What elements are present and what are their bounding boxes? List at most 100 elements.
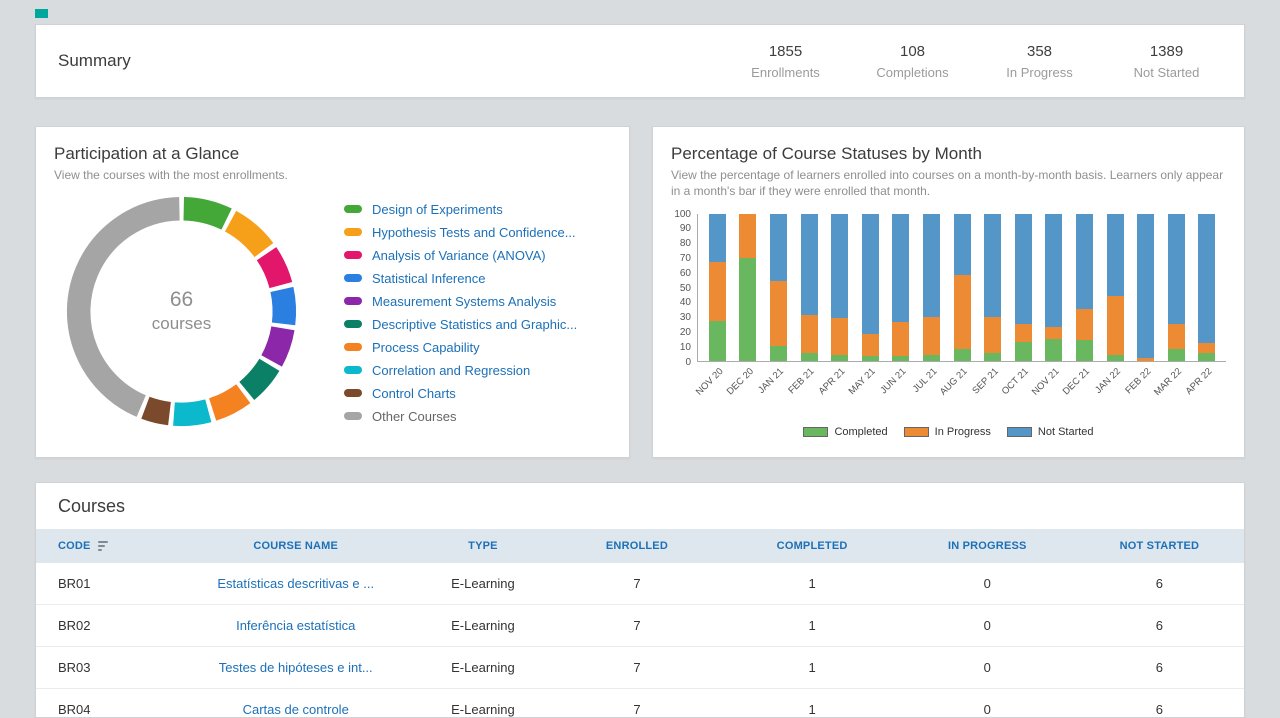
legend-label[interactable]: Analysis of Variance (ANOVA) [372, 248, 546, 263]
bar-segment-completed[interactable] [1045, 339, 1062, 361]
bar-segment-in-progress[interactable] [1015, 324, 1032, 342]
participation-legend-item[interactable]: Process Capability [344, 340, 611, 355]
bar-segment-in-progress[interactable] [709, 262, 726, 321]
bar-segment-completed[interactable] [923, 355, 940, 361]
bar-segment-completed[interactable] [770, 346, 787, 361]
bar-segment-in-progress[interactable] [862, 334, 879, 356]
bar-segment-not-started[interactable] [862, 214, 879, 335]
stacked-bar[interactable] [739, 214, 756, 361]
bar-segment-completed[interactable] [801, 353, 818, 360]
bar-segment-completed[interactable] [1168, 349, 1185, 361]
bar-segment-not-started[interactable] [1137, 214, 1154, 358]
donut-segment[interactable] [64, 194, 299, 429]
stacked-bar[interactable] [709, 214, 726, 361]
bar-segment-in-progress[interactable] [739, 214, 756, 258]
stacked-bar[interactable] [770, 214, 787, 361]
bar-segment-not-started[interactable] [1168, 214, 1185, 324]
bar-segment-not-started[interactable] [1107, 214, 1124, 296]
bar-segment-completed[interactable] [862, 356, 879, 360]
bar-segment-in-progress[interactable] [1137, 358, 1154, 361]
bar-segment-completed[interactable] [892, 356, 909, 360]
bar-segment-not-started[interactable] [770, 214, 787, 282]
stacked-bar[interactable] [1137, 214, 1154, 361]
bar-segment-in-progress[interactable] [801, 315, 818, 353]
donut-segment[interactable] [64, 194, 299, 429]
bar-segment-not-started[interactable] [1015, 214, 1032, 324]
stacked-bar[interactable] [1045, 214, 1062, 361]
legend-label[interactable]: Descriptive Statistics and Graphic... [372, 317, 577, 332]
column-header-completed[interactable]: COMPLETED [725, 540, 900, 552]
bar-segment-completed[interactable] [984, 353, 1001, 360]
stacked-bar[interactable] [862, 214, 879, 361]
bar-segment-completed[interactable] [1107, 355, 1124, 361]
bar-segment-not-started[interactable] [923, 214, 940, 317]
stacked-bar[interactable] [923, 214, 940, 361]
donut-segment[interactable] [64, 194, 299, 429]
course-name-link[interactable]: Inferência estatística [175, 618, 417, 633]
bar-segment-in-progress[interactable] [954, 275, 971, 349]
bar-segment-completed[interactable] [1015, 342, 1032, 361]
legend-label[interactable]: Hypothesis Tests and Confidence... [372, 225, 576, 240]
bar-segment-in-progress[interactable] [770, 281, 787, 346]
bar-segment-in-progress[interactable] [1076, 309, 1093, 340]
stacked-bar[interactable] [1107, 214, 1124, 361]
stacked-bar[interactable] [984, 214, 1001, 361]
bar-segment-in-progress[interactable] [1107, 296, 1124, 355]
stacked-bar[interactable] [831, 214, 848, 361]
participation-donut-chart[interactable]: 66 courses [54, 194, 344, 434]
bar-segment-in-progress[interactable] [1168, 324, 1185, 349]
bar-segment-completed[interactable] [739, 258, 756, 361]
bar-segment-completed[interactable] [1198, 353, 1215, 360]
participation-legend-item[interactable]: Measurement Systems Analysis [344, 294, 611, 309]
bar-segment-in-progress[interactable] [984, 317, 1001, 354]
donut-svg[interactable] [64, 194, 299, 429]
bar-segment-completed[interactable] [1076, 340, 1093, 361]
donut-segment[interactable] [64, 194, 299, 429]
bar-segment-completed[interactable] [831, 355, 848, 361]
donut-segment[interactable] [64, 194, 299, 429]
donut-segment[interactable] [64, 194, 299, 429]
participation-legend-item[interactable]: Correlation and Regression [344, 363, 611, 378]
participation-legend-item[interactable]: Analysis of Variance (ANOVA) [344, 248, 611, 263]
stacked-bar[interactable] [1198, 214, 1215, 361]
column-header-in-progress[interactable]: IN PROGRESS [900, 540, 1075, 552]
stacked-bar[interactable] [1168, 214, 1185, 361]
stacked-bar[interactable] [1015, 214, 1032, 361]
column-header-type[interactable]: TYPE [417, 540, 550, 552]
bar-segment-not-started[interactable] [831, 214, 848, 318]
participation-legend-item[interactable]: Hypothesis Tests and Confidence... [344, 225, 611, 240]
column-header-code[interactable]: CODE [36, 540, 175, 552]
stacked-bar[interactable] [892, 214, 909, 361]
donut-segment[interactable] [64, 194, 299, 429]
bar-segment-completed[interactable] [709, 321, 726, 361]
legend-label[interactable]: Design of Experiments [372, 202, 503, 217]
bar-segment-not-started[interactable] [1045, 214, 1062, 327]
bar-segment-in-progress[interactable] [923, 317, 940, 355]
bar-segment-in-progress[interactable] [892, 322, 909, 356]
legend-label[interactable]: Measurement Systems Analysis [372, 294, 556, 309]
legend-label[interactable]: Control Charts [372, 386, 456, 401]
donut-segment[interactable] [64, 194, 299, 429]
sort-icon[interactable] [98, 541, 108, 551]
participation-legend-item[interactable]: Descriptive Statistics and Graphic... [344, 317, 611, 332]
participation-legend-item[interactable]: Statistical Inference [344, 271, 611, 286]
column-header-enrolled[interactable]: ENROLLED [549, 540, 724, 552]
legend-label[interactable]: Correlation and Regression [372, 363, 530, 378]
bar-segment-in-progress[interactable] [831, 318, 848, 355]
bar-segment-not-started[interactable] [984, 214, 1001, 317]
course-name-link[interactable]: Testes de hipóteses e int... [175, 660, 417, 675]
course-name-link[interactable]: Estatísticas descritivas e ... [175, 576, 417, 591]
bar-segment-not-started[interactable] [1198, 214, 1215, 343]
bar-segment-in-progress[interactable] [1198, 343, 1215, 353]
bar-segment-not-started[interactable] [954, 214, 971, 276]
bar-segment-not-started[interactable] [801, 214, 818, 315]
stacked-bar[interactable] [1076, 214, 1093, 361]
bar-segment-not-started[interactable] [709, 214, 726, 263]
bar-segment-not-started[interactable] [1076, 214, 1093, 310]
participation-legend-item[interactable]: Design of Experiments [344, 202, 611, 217]
column-header-course-name[interactable]: COURSE NAME [175, 540, 417, 552]
bar-segment-not-started[interactable] [892, 214, 909, 323]
course-name-link[interactable]: Cartas de controle [175, 702, 417, 717]
legend-label[interactable]: Statistical Inference [372, 271, 485, 286]
column-header-not-started[interactable]: NOT STARTED [1075, 540, 1244, 552]
